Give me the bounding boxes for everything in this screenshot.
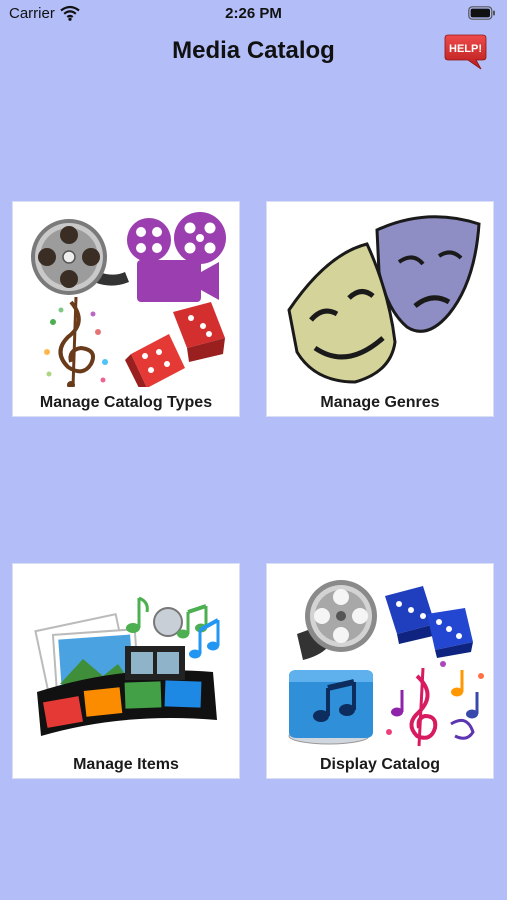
film-reel-icon: [297, 580, 377, 660]
page-title: Media Catalog: [172, 37, 335, 64]
manage-items-label: Manage Items: [73, 756, 179, 773]
dice-icon: [125, 302, 225, 387]
manage-genres-tile[interactable]: Manage Genres: [266, 201, 494, 417]
movie-camera-icon: [127, 212, 226, 302]
help-button[interactable]: HELP!: [443, 33, 487, 73]
help-speech-bubble-icon: HELP!: [444, 34, 487, 70]
manage-genres-label: Manage Genres: [320, 394, 440, 411]
dice-icon: [385, 586, 473, 658]
display-catalog-artwork: [288, 580, 484, 747]
display-catalog-tile[interactable]: Display Catalog: [266, 563, 494, 779]
film-reel-icon: [31, 219, 129, 295]
treble-clef-icon: [44, 296, 108, 387]
status-bar: Carrier 2:26 PM: [0, 0, 507, 28]
catalog-types-artwork: [31, 212, 226, 387]
manage-catalog-types-label: Manage Catalog Types: [39, 394, 213, 411]
clock-time: 2:26 PM: [225, 5, 282, 22]
help-label: HELP!: [449, 43, 482, 55]
theater-masks-icon: [287, 215, 481, 384]
manage-catalog-types-tile[interactable]: Manage Catalog Types: [12, 201, 240, 417]
media-items-artwork: [34, 596, 220, 736]
colorful-music-notes-icon: [386, 661, 484, 747]
display-catalog-label: Display Catalog: [319, 756, 441, 773]
battery-icon: [468, 6, 495, 20]
music-app-icon: [288, 670, 373, 745]
manage-items-tile[interactable]: Manage Items: [12, 563, 240, 779]
